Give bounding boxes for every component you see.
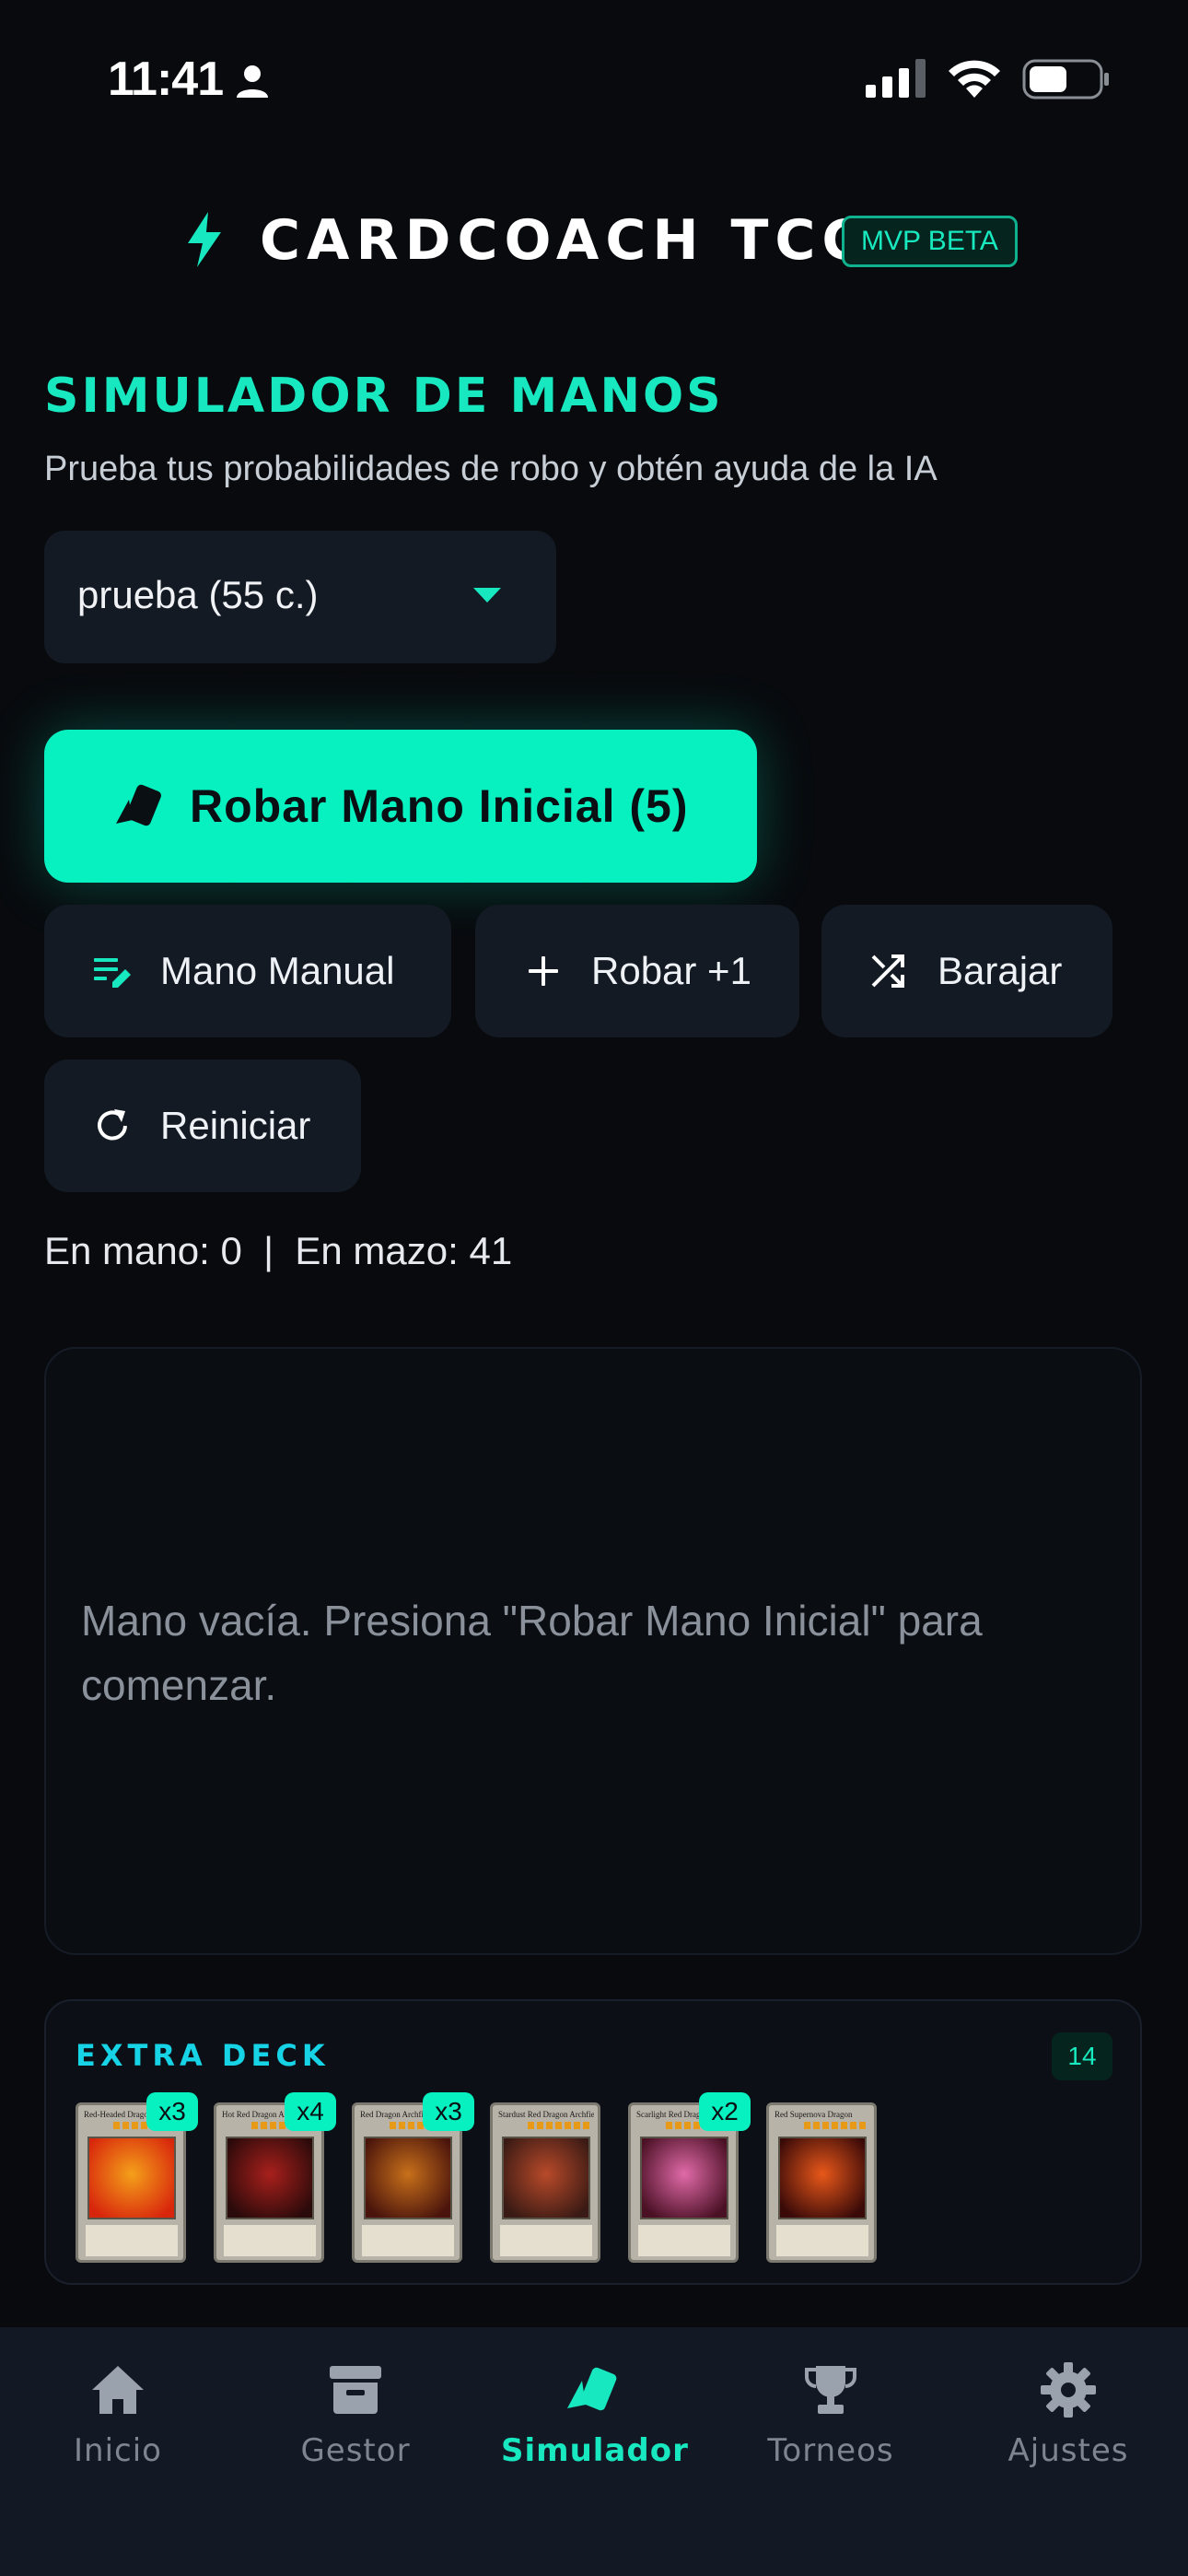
draw-initial-hand-button[interactable]: Robar Mano Inicial (5) bbox=[44, 730, 757, 883]
plus-icon bbox=[529, 956, 558, 986]
person-icon bbox=[237, 65, 268, 98]
cellular-signal-icon bbox=[866, 59, 926, 98]
extra-deck-card[interactable]: Red Dragon Archfiend x3 bbox=[352, 2092, 474, 2263]
brand-title: CARDCOACH TCG bbox=[260, 208, 874, 273]
bottom-nav: Inicio Gestor Simulador Torneos Ajustes bbox=[0, 2327, 1188, 2576]
app-screen: 11:41 CARDCOACH TCG MVP BETA SIMULADOR D… bbox=[0, 0, 1188, 2576]
app-header: CARDCOACH TCG MVP BETA bbox=[0, 205, 1188, 278]
card-artwork bbox=[364, 2137, 452, 2219]
card-text-box bbox=[362, 2225, 454, 2256]
cards-icon bbox=[116, 784, 161, 826]
nav-item-inicio[interactable]: Inicio bbox=[26, 2360, 210, 2480]
card-level-stars bbox=[804, 2122, 868, 2129]
card-quantity-badge: x4 bbox=[285, 2092, 336, 2131]
extra-deck-card[interactable]: Hot Red Dragon Archfiend x4 bbox=[214, 2092, 336, 2263]
empty-hand-message: Mano vacía. Presiona "Robar Mano Inicial… bbox=[81, 1597, 983, 1709]
card-text-box bbox=[86, 2225, 178, 2256]
page-subtitle: Prueba tus probabilidades de robo y obté… bbox=[44, 450, 938, 488]
wifi-icon bbox=[949, 60, 1000, 98]
deck-select-value: prueba (55 c.) bbox=[77, 573, 319, 616]
page-title: SIMULADOR DE MANOS bbox=[44, 369, 724, 424]
caret-down-icon bbox=[473, 588, 501, 603]
card-artwork bbox=[640, 2137, 728, 2219]
nav-item-simulador[interactable]: Simulador bbox=[501, 2360, 689, 2480]
archive-icon bbox=[330, 2366, 381, 2414]
card-text-box bbox=[776, 2225, 868, 2256]
manual-hand-button[interactable]: Mano Manual bbox=[44, 905, 451, 1037]
refresh-icon bbox=[98, 1109, 127, 1141]
reset-label: Reiniciar bbox=[160, 1104, 311, 1147]
card-artwork bbox=[226, 2137, 314, 2219]
nav-label-gestor: Gestor bbox=[300, 2432, 411, 2469]
mvp-beta-badge: MVP BETA bbox=[842, 216, 1018, 267]
card-quantity-badge: x3 bbox=[146, 2092, 198, 2131]
card-text-box bbox=[638, 2225, 730, 2256]
card-level-stars bbox=[528, 2122, 592, 2129]
status-time: 11:41 bbox=[108, 53, 224, 106]
manual-hand-label: Mano Manual bbox=[160, 949, 395, 992]
card-artwork bbox=[502, 2137, 590, 2219]
home-icon bbox=[92, 2366, 144, 2414]
lightning-bolt-icon bbox=[188, 212, 221, 267]
card-name: Stardust Red Dragon Archfiend bbox=[498, 2110, 594, 2119]
card-quantity-badge: x2 bbox=[699, 2092, 751, 2131]
extra-deck-card[interactable]: Red Supernova Dragon bbox=[766, 2102, 877, 2263]
extra-deck-card[interactable]: Stardust Red Dragon Archfiend bbox=[490, 2102, 600, 2263]
trophy-icon bbox=[805, 2366, 856, 2414]
nav-label-simulador: Simulador bbox=[501, 2432, 689, 2469]
nav-item-ajustes[interactable]: Ajustes bbox=[976, 2360, 1160, 2480]
nav-item-torneos[interactable]: Torneos bbox=[739, 2360, 923, 2480]
extra-deck-panel: EXTRA DECK 14 Red-Headed Dragon x3 Hot Red… bbox=[44, 1999, 1142, 2285]
extra-deck-count-badge: 14 bbox=[1052, 2032, 1112, 2080]
battery-icon bbox=[1022, 59, 1109, 100]
nav-item-gestor[interactable]: Gestor bbox=[263, 2360, 448, 2480]
extra-deck-title: EXTRA DECK bbox=[76, 2038, 330, 2073]
shuffle-label: Barajar bbox=[938, 949, 1063, 992]
hand-deck-counts: En mano: 0 | En mazo: 41 bbox=[44, 1229, 513, 1272]
draw-one-label: Robar +1 bbox=[591, 949, 751, 992]
status-bar: 11:41 bbox=[0, 0, 1188, 157]
cards-icon bbox=[567, 2367, 617, 2411]
card-artwork bbox=[87, 2137, 176, 2219]
nav-label-inicio: Inicio bbox=[74, 2432, 162, 2469]
nav-label-ajustes: Ajustes bbox=[1007, 2432, 1129, 2469]
shuffle-button[interactable]: Barajar bbox=[821, 905, 1112, 1037]
shuffle-icon bbox=[871, 954, 904, 988]
deck-select[interactable]: prueba (55 c.) bbox=[44, 531, 556, 663]
draw-one-button[interactable]: Robar +1 bbox=[475, 905, 799, 1037]
card-text-box bbox=[500, 2225, 592, 2256]
hand-area: Mano vacía. Presiona "Robar Mano Inicial… bbox=[44, 1347, 1142, 1955]
extra-deck-card[interactable]: Scarlight Red Dragon Archfiendx2 bbox=[628, 2092, 751, 2263]
edit-list-icon bbox=[94, 958, 131, 988]
reset-button[interactable]: Reiniciar bbox=[44, 1060, 361, 1192]
nav-label-torneos: Torneos bbox=[767, 2432, 894, 2469]
extra-deck-card[interactable]: Red-Headed Dragon x3 bbox=[76, 2092, 198, 2263]
card-name: Red Supernova Dragon bbox=[775, 2110, 853, 2119]
draw-initial-hand-label: Robar Mano Inicial (5) bbox=[190, 780, 689, 832]
card-quantity-badge: x3 bbox=[423, 2092, 474, 2131]
gear-icon bbox=[1041, 2362, 1096, 2418]
card-text-box bbox=[224, 2225, 316, 2256]
card-artwork bbox=[778, 2137, 867, 2219]
